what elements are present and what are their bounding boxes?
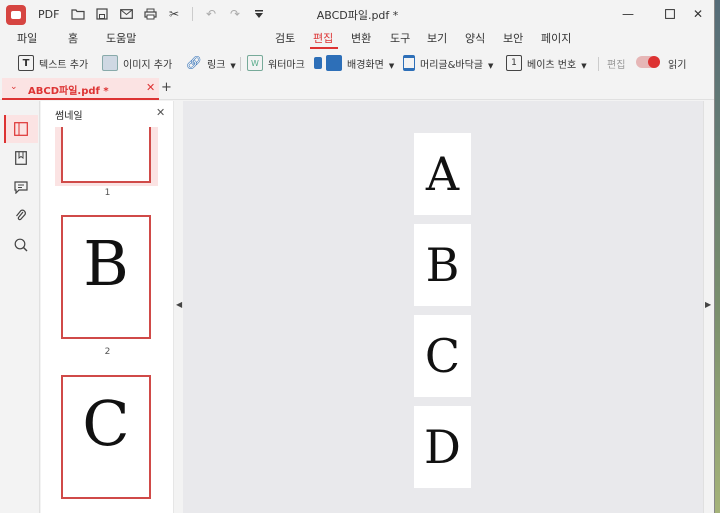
document-tab-label: ABCD파일.pdf * [28,86,109,97]
document-page-a: A [414,133,471,215]
menu-help[interactable]: 도움말 [106,30,136,46]
customize-dropdown-icon[interactable] [251,6,267,22]
thumbnail-panel-icon[interactable] [12,120,30,138]
menu-security[interactable]: 보안 [503,30,523,46]
menu-tools[interactable]: 도구 [390,30,410,46]
chevron-down-icon[interactable]: ⌄ [10,82,18,92]
thumbnail-page-2-letter: B [83,227,129,300]
menu-convert[interactable]: 변환 [351,30,371,46]
redo-icon[interactable]: ↷ [227,6,243,22]
header-footer-icon [403,55,415,71]
thumbnail-page-2[interactable]: B [61,215,151,339]
chevron-down-icon[interactable]: ▼ [389,62,394,70]
mail-icon[interactable] [118,6,134,22]
menu-home[interactable]: 홈 [68,30,78,46]
document-page-d: D [414,406,471,488]
close-icon[interactable]: ✕ [684,4,712,24]
add-image-label: 이미지 추가 [123,59,173,71]
quick-access-toolbar: ✂ ↶ ↷ [70,6,267,22]
ribbon-divider [240,57,241,71]
edit-read-toggle[interactable] [636,56,660,68]
thumbnail-page-number: 1 [104,188,111,198]
bates-number-label: 베이츠 번호 [527,59,577,71]
folder-icon[interactable] [70,6,86,22]
chevron-down-icon[interactable]: ▼ [581,62,586,70]
menu-form[interactable]: 양식 [465,30,485,46]
add-text-label: 텍스트 추가 [39,59,89,71]
document-page-b: B [414,224,471,306]
comment-icon[interactable] [12,178,30,196]
thumbnail-panel-header: 썸네일 ✕ [41,101,173,127]
read-mode-label: 읽기 [668,59,687,71]
watermark-icon: W [247,55,263,71]
link-button[interactable]: 🔗︎ 링크 ▼ [186,53,236,73]
document-page-c: C [414,315,471,397]
minimize-icon[interactable]: — [614,4,642,24]
watermark-label: 워터마크 [268,59,305,71]
background-button[interactable]: 배경화면 ▼ [326,53,394,73]
page-letter: C [424,329,461,383]
desktop-background [715,0,720,513]
active-menu-indicator [310,47,338,49]
menu-bar: 파일 홈 도움말 검토 편집 변환 도구 보기 양식 보안 페이지 [0,28,714,49]
app-window: PDF ✂ ↶ ↷ ABCD파일.pdf * — ✕ 파일 홈 도움말 검토 편… [0,0,715,513]
document-viewer[interactable]: A B C D [183,101,703,513]
thumbnail-panel-title: 썸네일 [55,111,83,122]
close-panel-icon[interactable]: ✕ [156,106,165,119]
bookmark-icon[interactable] [12,149,30,167]
thumbnail-panel: 썸네일 ✕ A 1 B 2 C [41,101,174,513]
edit-ribbon: T 텍스트 추가 이미지 추가 🔗︎ 링크 ▼ W 워터마크 ▼ 배경화면 ▼ … [0,50,714,76]
add-image-button[interactable]: 이미지 추가 [102,53,172,73]
document-tab[interactable]: ⌄ ABCD파일.pdf * ✕ [2,78,159,100]
bates-number-icon: 1 [506,55,522,71]
image-icon [102,55,118,71]
background-icon [326,55,342,71]
attachment-icon[interactable] [12,207,30,225]
menu-review[interactable]: 검토 [275,30,295,46]
link-icon: 🔗︎ [185,55,203,71]
toolbar-divider [192,7,193,21]
page-letter: A [425,147,460,201]
undo-icon[interactable]: ↶ [203,6,219,22]
text-box-icon: T [18,55,34,71]
link-label: 링크 [207,59,226,71]
app-logo-icon[interactable] [6,5,26,25]
watermark-button[interactable]: W 워터마크 ▼ [247,53,332,73]
chevron-down-icon[interactable]: ▼ [488,62,493,70]
collapse-left-icon[interactable]: ◀ [176,300,182,309]
maximize-icon[interactable] [656,4,684,24]
watermark-options-icon[interactable] [313,57,322,69]
scissors-icon[interactable]: ✂ [166,6,182,22]
app-label: PDF [38,8,60,21]
expand-right-icon[interactable]: ▶ [705,300,711,309]
bates-number-button[interactable]: 1 베이츠 번호 ▼ [506,53,587,73]
thumbnail-page-number: 2 [104,347,111,357]
print-icon[interactable] [142,6,158,22]
document-tab-bar: ⌄ ABCD파일.pdf * ✕ + [0,78,714,100]
save-icon[interactable] [94,6,110,22]
add-text-button[interactable]: T 텍스트 추가 [18,53,88,73]
chevron-down-icon[interactable]: ▼ [230,62,235,70]
header-footer-label: 머리글&바닥글 [420,59,483,71]
edit-mode-label: 편집 [607,59,626,71]
page-letter: B [425,238,460,292]
close-tab-icon[interactable]: ✕ [146,81,155,94]
menu-file[interactable]: 파일 [17,30,37,46]
header-footer-button[interactable]: 머리글&바닥글 ▼ [403,53,493,73]
page-letter: D [424,420,461,474]
title-bar: PDF ✂ ↶ ↷ ABCD파일.pdf * — ✕ [0,0,714,28]
new-tab-icon[interactable]: + [161,80,172,95]
menu-edit[interactable]: 편집 [313,30,333,46]
search-icon[interactable] [12,236,30,254]
menu-page[interactable]: 페이지 [541,30,571,46]
ribbon-divider [598,57,599,71]
menu-view[interactable]: 보기 [427,30,447,46]
thumbnail-page-3-letter: C [82,387,130,460]
thumbnail-page-3[interactable]: C [61,375,151,499]
background-label: 배경화면 [347,59,384,71]
